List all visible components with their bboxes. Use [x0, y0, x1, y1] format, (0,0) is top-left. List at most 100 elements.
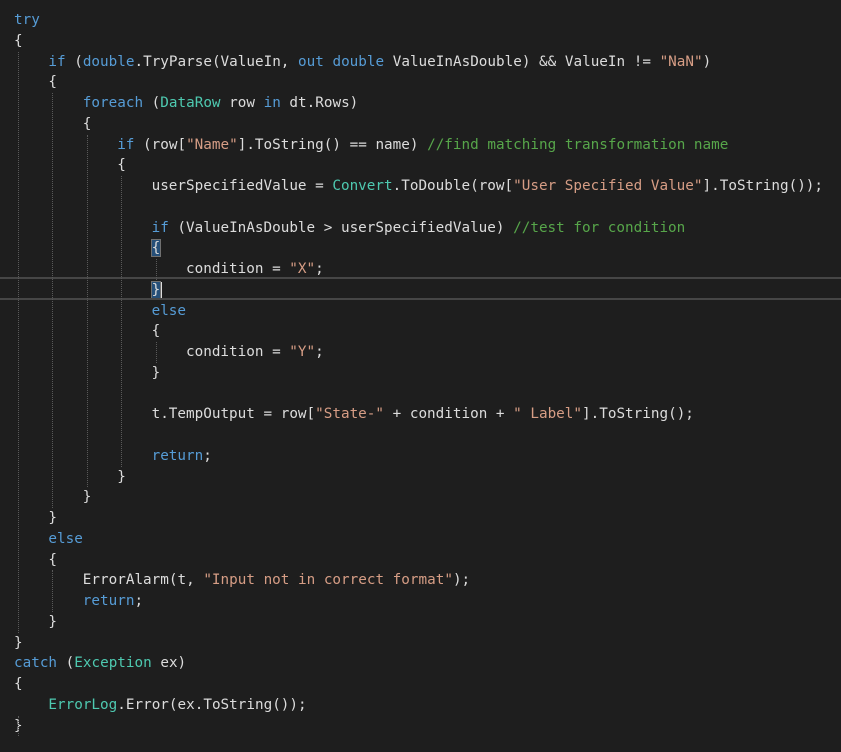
code-token: //test for condition — [513, 219, 686, 236]
code-token: ( — [143, 95, 161, 111]
code-line[interactable]: else — [0, 529, 841, 549]
code-line[interactable]: } — [0, 612, 841, 632]
code-line[interactable] — [0, 384, 841, 404]
code-line[interactable] — [0, 425, 841, 445]
code-token: ); — [452, 572, 471, 589]
code-token: ( — [65, 53, 83, 70]
code-line[interactable]: if (double.TryParse(ValueIn, out double … — [0, 52, 841, 72]
code-token: Convert — [332, 178, 393, 194]
code-token: try — [14, 12, 40, 28]
code-line[interactable]: return; — [0, 591, 841, 611]
code-token: row — [220, 95, 264, 111]
code-line[interactable]: ErrorAlarm(t, "Input not in correct form… — [0, 570, 841, 590]
indent-guide — [121, 176, 123, 467]
indent-guide — [18, 51, 19, 633]
indent-guide — [52, 93, 54, 508]
code-line[interactable]: ErrorLog.Error(ex.ToString()); — [0, 695, 841, 715]
code-line[interactable]: if (row["Name"].ToString() == name) //fi… — [0, 135, 841, 155]
code-token: if — [48, 53, 66, 70]
indent-guide — [155, 342, 157, 363]
code-token: + condition + — [384, 406, 514, 423]
code-token: "User Specified Value" — [513, 178, 703, 194]
code-line[interactable] — [0, 197, 841, 217]
code-token: ; — [134, 593, 144, 609]
code-token: } — [82, 489, 92, 506]
code-line[interactable]: } — [0, 508, 841, 528]
code-token: } — [48, 510, 57, 526]
current-line-border-top — [0, 276, 841, 279]
code-line[interactable]: else — [0, 301, 841, 321]
code-line[interactable]: { — [0, 155, 841, 175]
code-token: condition = — [186, 261, 290, 277]
code-token: { — [48, 551, 57, 568]
code-token: (row[ — [134, 136, 187, 153]
code-line[interactable]: } — [0, 716, 841, 736]
code-token: } — [14, 634, 23, 651]
code-token: dt.Rows) — [280, 95, 359, 111]
code-token: foreach — [82, 95, 144, 111]
code-token: { — [117, 157, 126, 174]
code-token: catch — [14, 655, 58, 672]
code-line[interactable]: return; — [0, 446, 841, 466]
code-token: return — [82, 593, 135, 609]
code-line[interactable]: { — [0, 550, 841, 570]
code-editor[interactable]: try{if (double.TryParse(ValueIn, out dou… — [0, 0, 841, 752]
code-line[interactable]: } — [0, 633, 841, 653]
code-token: "Name" — [186, 136, 238, 153]
code-token: condition = — [186, 344, 290, 360]
text-caret — [161, 281, 163, 298]
code-line[interactable]: { — [0, 321, 841, 341]
code-line[interactable]: } — [0, 363, 841, 383]
code-token: "Input not in correct format" — [203, 572, 453, 589]
indent-guide — [86, 134, 88, 488]
code-token: { — [151, 323, 161, 340]
code-token: if — [117, 136, 135, 153]
code-token: ErrorLog — [48, 696, 118, 713]
code-token: ( — [57, 655, 75, 672]
code-line[interactable]: } — [0, 467, 841, 487]
indent-guide — [52, 570, 54, 612]
code-token: else — [48, 530, 83, 547]
code-token: ].ToString()); — [702, 178, 824, 194]
code-token: { — [14, 32, 23, 49]
code-line[interactable]: try — [0, 10, 841, 30]
code-line[interactable]: catch (Exception ex) — [0, 653, 841, 673]
code-token: "NaN" — [659, 53, 703, 70]
code-line[interactable]: } — [0, 487, 841, 507]
code-token: ValueInAsDouble) && ValueIn != — [384, 53, 660, 70]
code-token: } — [150, 280, 162, 299]
code-line[interactable]: if (ValueInAsDouble > userSpecifiedValue… — [0, 218, 841, 238]
code-line[interactable]: { — [0, 238, 841, 258]
code-line[interactable]: { — [0, 31, 841, 51]
code-token: } — [48, 613, 57, 630]
code-token: .Error(ex.ToString()); — [117, 696, 307, 713]
indent-guide — [155, 259, 157, 280]
code-token: ].ToString(); — [582, 406, 694, 423]
code-token: userSpecifiedValue = — [151, 178, 333, 194]
code-token: double — [332, 53, 385, 70]
code-token: { — [82, 115, 92, 132]
code-token: ; — [203, 447, 212, 464]
code-token: ; — [315, 344, 324, 360]
code-line[interactable]: { — [0, 72, 841, 92]
code-token: { — [14, 676, 23, 692]
code-token: { — [48, 74, 57, 91]
code-token: "X" — [289, 261, 316, 277]
indent-guide — [18, 715, 19, 737]
code-line[interactable]: userSpecifiedValue = Convert.ToDouble(ro… — [0, 176, 841, 196]
code-token: in — [263, 95, 281, 111]
code-line[interactable]: { — [0, 114, 841, 134]
code-token: { — [150, 239, 162, 258]
code-token: ].ToString() == name) — [237, 136, 428, 153]
code-token: ; — [315, 261, 324, 277]
code-line[interactable]: t.TempOutput = row["State-" + condition … — [0, 404, 841, 424]
code-token: else — [151, 302, 187, 319]
code-token: .TryParse(ValueIn, — [134, 53, 299, 70]
code-line[interactable]: condition = "Y"; — [0, 342, 841, 362]
code-line[interactable]: foreach (DataRow row in dt.Rows) — [0, 93, 841, 113]
code-token: ErrorAlarm(t, — [82, 572, 204, 589]
code-token: "Y" — [289, 344, 316, 360]
code-token: ex) — [151, 655, 187, 672]
code-line[interactable]: { — [0, 674, 841, 694]
code-token: out — [298, 53, 324, 70]
